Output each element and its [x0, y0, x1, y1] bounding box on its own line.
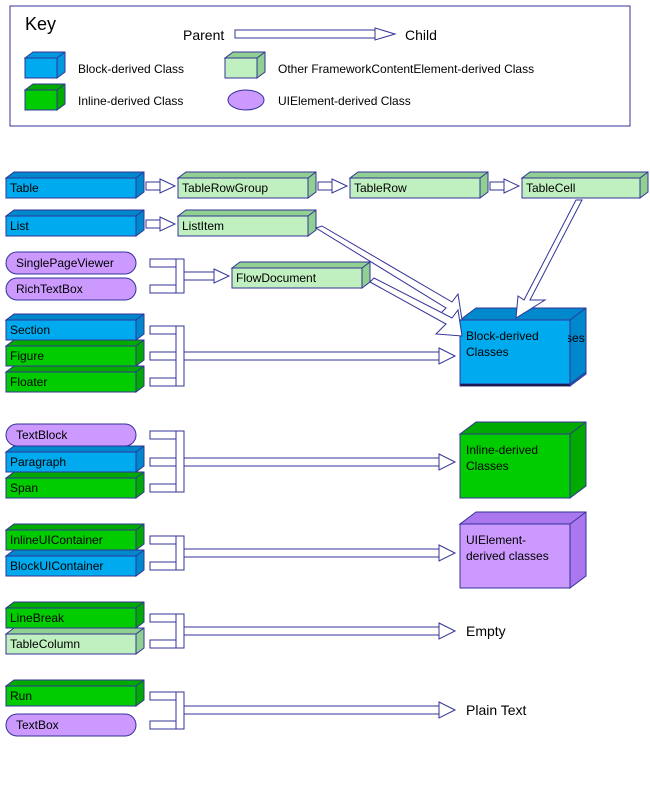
- swatch-uielement: [228, 90, 264, 110]
- node-tablerowgroup: TableRowGroup: [178, 172, 316, 198]
- svg-text:UIElement-: UIElement-: [466, 533, 526, 547]
- svg-text:SinglePageViewer: SinglePageViewer: [16, 256, 114, 270]
- target-block-text: Block-derived Classes: [462, 322, 568, 382]
- svg-text:Classes: Classes: [466, 345, 509, 359]
- svg-text:FlowDocument: FlowDocument: [236, 271, 317, 285]
- node-textbox: TextBox: [6, 714, 136, 736]
- node-inlineuic: InlineUIContainer: [6, 524, 144, 550]
- svg-text:LineBreak: LineBreak: [10, 611, 65, 625]
- arrow-table-trg: [146, 179, 175, 193]
- svg-text:RichTextBox: RichTextBox: [16, 282, 83, 296]
- svg-text:Span: Span: [10, 481, 38, 495]
- svg-text:TableRowGroup: TableRowGroup: [182, 181, 268, 195]
- node-run: Run: [6, 680, 144, 706]
- svg-text:List: List: [10, 219, 29, 233]
- node-span: Span: [6, 472, 144, 498]
- svg-text:Paragraph: Paragraph: [10, 455, 66, 469]
- svg-text:InlineUIContainer: InlineUIContainer: [10, 533, 103, 547]
- node-table: Table: [6, 172, 144, 198]
- bracket-empty: [150, 614, 455, 648]
- legend: Key Parent Child Block-derived Class Inl…: [10, 6, 630, 126]
- bracket-block-targets: [150, 326, 455, 386]
- svg-text:BlockUIContainer: BlockUIContainer: [10, 559, 103, 573]
- svg-text:TextBlock: TextBlock: [16, 428, 68, 442]
- node-paragraph: Paragraph: [6, 446, 144, 472]
- target-plaintext: Plain Text: [466, 702, 527, 718]
- node-floater: Floater: [6, 366, 144, 392]
- arrow-list-li: [146, 217, 175, 231]
- node-listitem: ListItem: [178, 210, 316, 236]
- svg-text:TableColumn: TableColumn: [10, 637, 80, 651]
- swatch-inline-label: Inline-derived Class: [78, 94, 183, 108]
- node-tablerow: TableRow: [350, 172, 488, 198]
- bracket-plaintext: [150, 692, 455, 729]
- svg-text:TextBox: TextBox: [16, 718, 59, 732]
- swatch-block: [25, 52, 65, 78]
- node-richtextbox: RichTextBox: [6, 278, 136, 300]
- bracket-viewers: [150, 259, 229, 293]
- svg-text:Inline-derived: Inline-derived: [466, 443, 538, 457]
- svg-text:ListItem: ListItem: [182, 219, 224, 233]
- svg-text:Block-derived: Block-derived: [466, 329, 539, 343]
- svg-text:Table: Table: [10, 181, 39, 195]
- arrow-trg-tr: [318, 179, 347, 193]
- node-tablecolumn: TableColumn: [6, 628, 144, 654]
- svg-text:Run: Run: [10, 689, 32, 703]
- arrow-tablecell-block: [516, 200, 582, 318]
- node-section: Section: [6, 314, 144, 340]
- bracket-uielement: [150, 536, 455, 570]
- node-blockuic: BlockUIContainer: [6, 550, 144, 576]
- node-figure: Figure: [6, 340, 144, 366]
- parent-label: Parent: [183, 27, 224, 43]
- swatch-block-label: Block-derived Class: [78, 62, 184, 76]
- svg-text:derived classes: derived classes: [466, 549, 549, 563]
- diagram: .stk{stroke:#333399;stroke-width:1} .lbl…: [0, 0, 650, 801]
- target-empty: Empty: [466, 623, 506, 639]
- swatch-other-label: Other FrameworkContentElement-derived Cl…: [278, 62, 534, 76]
- svg-text:Floater: Floater: [10, 375, 47, 389]
- swatch-other: [225, 52, 265, 78]
- arrow-tr-tc: [490, 179, 519, 193]
- node-tablecell: TableCell: [522, 172, 648, 198]
- swatch-inline: [25, 84, 65, 110]
- legend-title: Key: [25, 14, 56, 34]
- swatch-uielement-label: UIElement-derived Class: [278, 94, 411, 108]
- svg-text:Figure: Figure: [10, 349, 44, 363]
- child-label: Child: [405, 27, 437, 43]
- legend-arrow: [235, 28, 395, 40]
- svg-text:TableCell: TableCell: [526, 181, 575, 195]
- node-list: List: [6, 210, 144, 236]
- bracket-inline: [150, 431, 455, 492]
- svg-text:Section: Section: [10, 323, 50, 337]
- node-singlepageviewer: SinglePageViewer: [6, 252, 136, 274]
- svg-text:Classes: Classes: [466, 459, 509, 473]
- node-textblock: TextBlock: [6, 424, 136, 446]
- node-flowdocument: FlowDocument: [232, 262, 370, 288]
- node-linebreak: LineBreak: [6, 602, 144, 628]
- svg-text:TableRow: TableRow: [354, 181, 407, 195]
